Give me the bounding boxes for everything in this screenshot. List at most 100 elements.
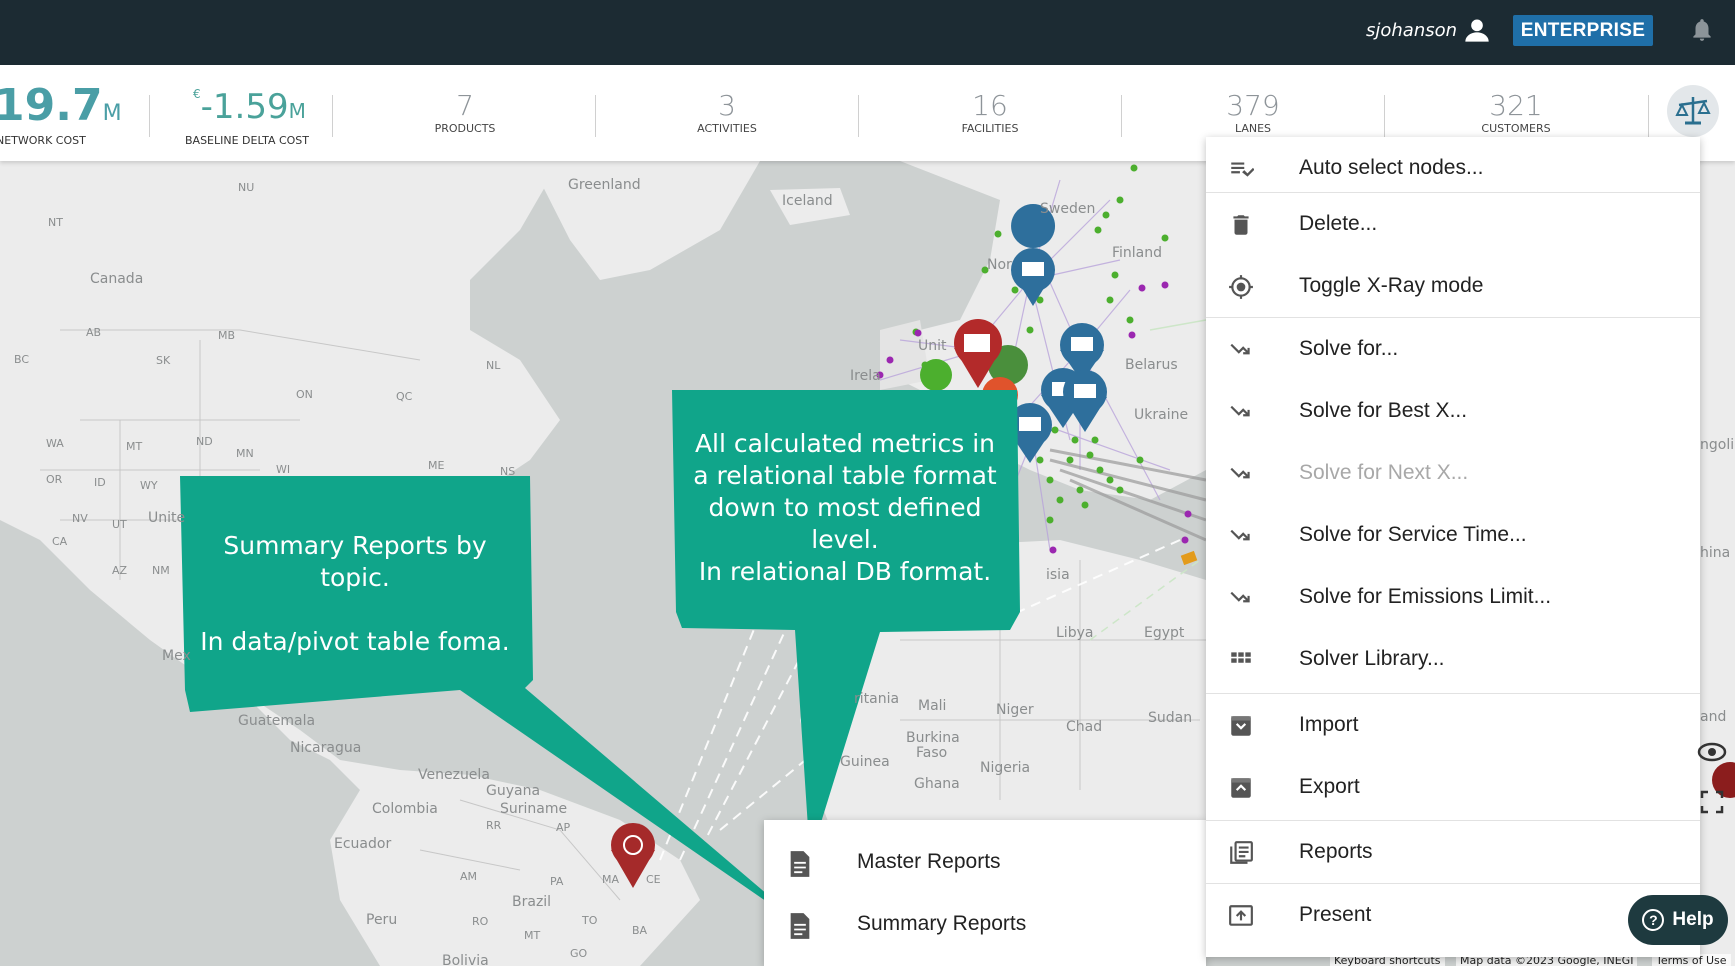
map-label: Chad [1066,719,1103,735]
map-label: Irela [850,368,881,384]
network-cost-label: NETWORK COST [0,134,86,147]
menu-item-solve-next-x[interactable]: Solve for Next X... [1206,442,1700,504]
menu-item-export[interactable]: Export [1206,756,1700,818]
map-label: RR [486,819,502,832]
trash-icon [1233,215,1249,235]
map-label: Nicaragua [290,740,362,756]
baseline-delta-value: €-1.59M [193,87,306,127]
map-label: AB [86,326,102,339]
kpi-products[interactable]: 7 PRODUCTS [400,89,530,185]
fullscreen-icon[interactable] [1700,790,1724,814]
map-label: OR [46,473,63,486]
kpi-activities[interactable]: 3 ACTIVITIES [662,89,792,185]
map-label: ID [94,476,106,489]
map-label: Bolivia [442,953,489,966]
map-label: NV [72,512,88,525]
kpi-facilities[interactable]: 16 FACILITIES [925,89,1055,185]
export-icon [1231,778,1251,798]
menu-item-delete[interactable]: Delete... [1206,193,1700,255]
map-label: CA [52,535,68,548]
network-cost-value: 19.7M [0,80,122,131]
kpi-divider [858,95,859,137]
submenu-item-summary-reports[interactable]: Summary Reports [764,894,1206,956]
kpi-divider [1648,95,1649,137]
menu-item-present[interactable]: Present [1206,884,1700,946]
map-label: Guinea [840,754,890,770]
map-label: Sudan [1148,710,1193,726]
map-label: WA [46,437,64,450]
menu-item-solve-for[interactable]: Solve for... [1206,318,1700,380]
kpi-divider [1384,95,1385,137]
username[interactable]: sjohanson [1366,20,1457,41]
map-label: RO [472,915,489,928]
map-label: AM [460,870,478,883]
map-label: Libya [1056,625,1094,641]
map-label: ON [296,388,313,401]
map-label: Ghana [914,776,960,792]
import-icon [1231,716,1251,736]
map-label: Guatemala [238,713,316,729]
map-label: hina [1700,545,1731,561]
balance-scale-icon [1675,97,1711,125]
user-icon[interactable] [1463,16,1491,44]
map-label: Suriname [500,801,568,817]
reports-submenu: Master Reports Summary Reports [764,820,1206,966]
map-label: Peru [366,912,398,928]
map-label: isia [1046,567,1070,583]
map-label: MA [602,873,620,886]
map-label: MT [126,440,143,453]
menu-item-solve-emissions[interactable]: Solve for Emissions Limit... [1206,566,1700,628]
grid-icon [1231,652,1251,663]
help-button[interactable]: ? Help [1628,895,1728,945]
map-label: Guyana [486,783,541,799]
menu-item-auto-select[interactable]: Auto select nodes... [1206,137,1700,199]
map-label: NL [486,359,501,372]
menu-item-solver-library[interactable]: Solver Library... [1206,628,1700,690]
baseline-delta-label: BASELINE DELTA COST [185,134,310,147]
crosshair-icon [1229,275,1253,299]
present-icon [1229,905,1253,926]
scenario-balance-button[interactable] [1667,85,1719,137]
map-label: Nor [987,257,1012,273]
callout-summary-reports: Summary Reports by topic. In data/pivot … [200,531,510,656]
trend-arrow-icon [1230,591,1250,603]
map-label: Mex [162,648,191,664]
map-label: Iceland [782,193,833,209]
map-label: NU [238,181,255,194]
enterprise-badge[interactable]: ENTERPRISE [1513,15,1653,46]
menu-item-solve-best-x[interactable]: Solve for Best X... [1206,380,1700,442]
map-label: NT [48,216,63,229]
map-label: Mali [918,698,947,714]
map-label: WI [276,463,291,476]
map-label: Nigeria [980,760,1031,776]
eye-icon[interactable] [1697,740,1727,764]
map-label: Unit [918,338,947,354]
map-label: PA [550,875,564,888]
document-icon [790,913,810,939]
menu-item-reports[interactable]: Reports [1206,821,1700,883]
map-label: WY [140,479,158,492]
map-label: Ecuador [334,836,392,852]
map-label: MN [236,447,254,460]
trend-arrow-icon [1230,405,1250,417]
reports-icon [1230,841,1253,864]
map-label: SK [156,354,171,367]
context-menu: Auto select nodes... Delete... Toggle X-… [1206,137,1700,957]
map-label: Sweden [1040,201,1096,217]
menu-item-xray[interactable]: Toggle X-Ray mode [1206,255,1700,317]
map-label: Niger [996,702,1034,718]
map-label: Venezuela [418,767,490,783]
map-label: Faso [916,745,948,761]
map-label: GO [570,947,588,960]
notification-bell-icon[interactable] [1689,16,1715,44]
submenu-item-master-reports[interactable]: Master Reports [764,832,1206,894]
trend-arrow-icon [1230,529,1250,541]
map-label: ngolia [1700,437,1735,453]
map-label: CE [646,873,661,886]
menu-item-solve-service-time[interactable]: Solve for Service Time... [1206,504,1700,566]
map-label: UT [112,518,127,531]
map-label: TO [582,914,598,927]
map-label: BC [14,353,30,366]
kpi-divider [332,95,333,137]
menu-item-import[interactable]: Import [1206,694,1700,756]
